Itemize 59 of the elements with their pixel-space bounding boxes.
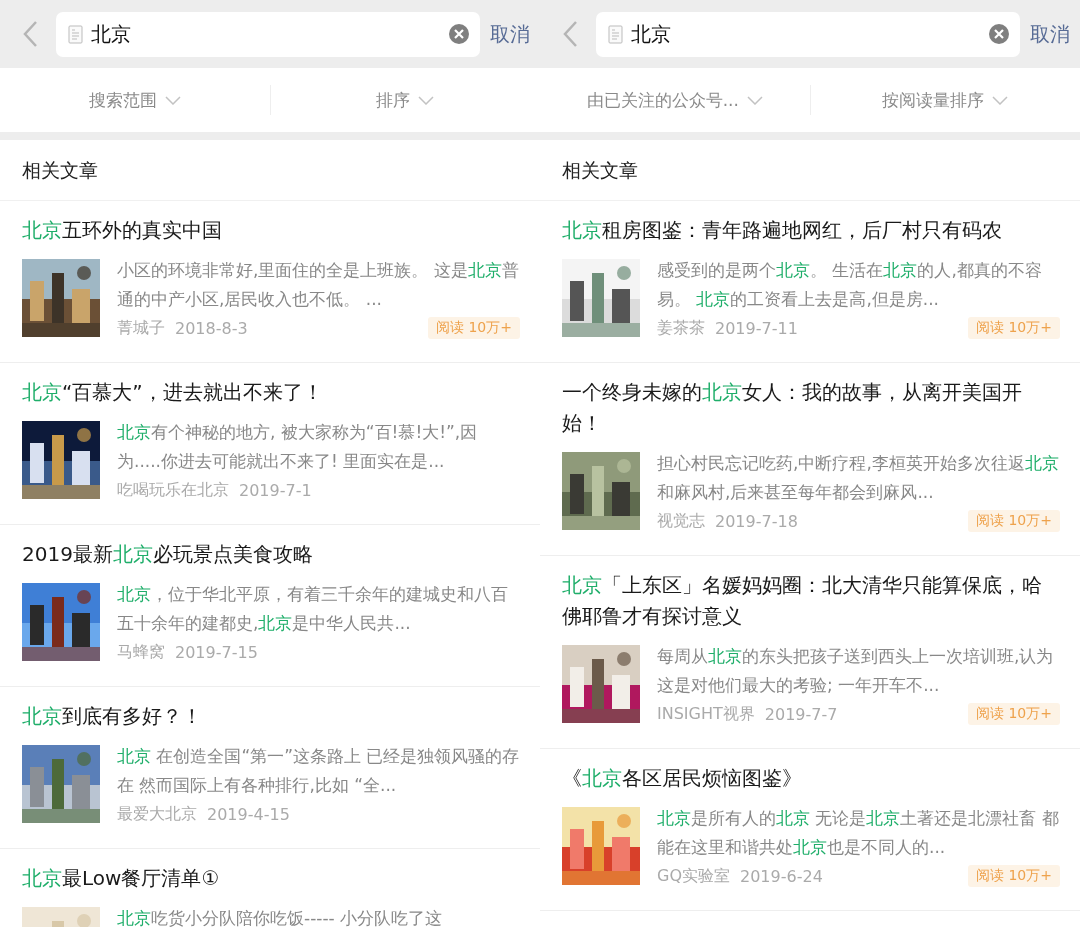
chevron-down-icon (418, 95, 435, 105)
article-title[interactable]: 2019最新北京必玩景点美食攻略 (22, 539, 520, 570)
search-input[interactable]: 北京 (631, 22, 980, 46)
article-title[interactable]: 北京到底有多好？！ (22, 701, 520, 732)
article-source: 视觉志 (657, 510, 705, 532)
article-date: 2019-7-7 (764, 704, 838, 724)
filter-dropdown[interactable]: 按阅读量排序 (810, 82, 1080, 118)
section-heading: 相关文章 (0, 140, 540, 201)
article-snippet: 北京 在创造全国“第一”这条路上 已经是独领风骚的存在 然而国际上有各种排行,比如 “全... (117, 745, 520, 797)
clear-icon[interactable] (448, 23, 470, 45)
article-title[interactable]: 北京最Low餐厅清单① (22, 863, 520, 894)
filter-dropdown[interactable]: 由已关注的公众号... (540, 82, 810, 118)
article-title[interactable]: 北京五环外的真实中国 (22, 215, 520, 246)
read-count-badge: 阅读 10万+ (968, 703, 1060, 725)
article-title[interactable]: 北京“百慕大”，进去就出不来了！ (22, 377, 520, 408)
clear-icon[interactable] (988, 23, 1010, 45)
read-count-badge: 阅读 10万+ (968, 865, 1060, 887)
filter-dropdown[interactable]: 排序 (270, 82, 540, 118)
document-icon (68, 24, 83, 44)
chevron-down-icon (746, 95, 763, 105)
article-source: 姜茶茶 (657, 317, 705, 339)
article-snippet: 小区的环境非常好,里面住的全是上班族。 这是北京普通的中产小区,居民收入也不低。 ... (117, 259, 520, 311)
chevron-down-icon (992, 95, 1009, 105)
article-source: GQ实验室 (657, 865, 730, 887)
article-snippet: 北京是所有人的北京 无论是北京土著还是北漂社畜 都能在这里和谐共处北京也是不同人的... (657, 807, 1060, 859)
cancel-button[interactable]: 取消 (490, 16, 530, 52)
section-heading: 相关文章 (540, 140, 1080, 201)
article-snippet: 感受到的是两个北京。 生活在北京的人,都真的不容易。 北京的工资看上去是高,但是房... (657, 259, 1043, 311)
read-count-badge: 阅读 10万+ (428, 317, 520, 339)
article-title[interactable]: 北京租房图鉴：青年路遍地网红，后厂村只有码农 (562, 215, 1060, 246)
document-icon (608, 24, 623, 44)
read-count-badge: 阅读 10万+ (968, 510, 1060, 532)
article-snippet: 北京有个神秘的地方, 被大家称为“百!慕!大!”,因为.....你进去可能就出不来了! 里面实在是... (117, 421, 479, 473)
search-input[interactable]: 北京 (91, 22, 440, 46)
cancel-button[interactable]: 取消 (1030, 16, 1070, 52)
article-date: 2019-7-18 (715, 511, 798, 531)
article-snippet: 北京，位于华北平原，有着三千余年的建城史和八百五十余年的建都史,北京是中华人民共... (117, 583, 509, 635)
article-date: 2019-7-1 (239, 480, 312, 500)
chevron-down-icon (164, 95, 181, 105)
article-snippet: 北京吃货小分队陪你吃饭----- 小分队吃了这 (117, 907, 444, 927)
read-count-badge: 阅读 10万+ (968, 317, 1060, 339)
search-field[interactable]: 北京 (56, 11, 480, 57)
article-source: 马蜂窝 (117, 641, 165, 663)
article-date: 2019-4-15 (207, 804, 290, 824)
article-source: 吃喝玩乐在北京 (117, 479, 229, 501)
search-field[interactable]: 北京 (596, 11, 1020, 57)
article-snippet: 担心村民忘记吃药,中断疗程,李桓英开始多次往返北京和麻风村,后来甚至每年都会到麻风... (657, 452, 1060, 504)
article-date: 2018-8-3 (175, 318, 248, 338)
article-title[interactable]: 一个终身未嫁的北京女人：我的故事，从离开美国开始！ (562, 377, 1060, 439)
article-source: 菁城子 (117, 317, 165, 339)
article-title[interactable]: 北京「上东区」名媛妈妈圈：北大清华只能算保底，哈佛耶鲁才有探讨意义 (562, 570, 1060, 632)
filter-dropdown[interactable]: 搜索范围 (0, 82, 270, 118)
article-snippet: 每周从北京的东头把孩子送到西头上一次培训班,认为这是对他们最大的考验; 一年开车不... (657, 645, 1055, 697)
article-source: 最爱大北京 (117, 803, 197, 825)
article-date: 2019-7-15 (175, 642, 258, 662)
article-title[interactable]: 《北京各区居民烦恼图鉴》 (562, 763, 1060, 794)
article-date: 2019-6-24 (740, 866, 823, 886)
article-source: INSIGHT视界 (657, 703, 755, 725)
article-date: 2019-7-11 (715, 318, 798, 338)
